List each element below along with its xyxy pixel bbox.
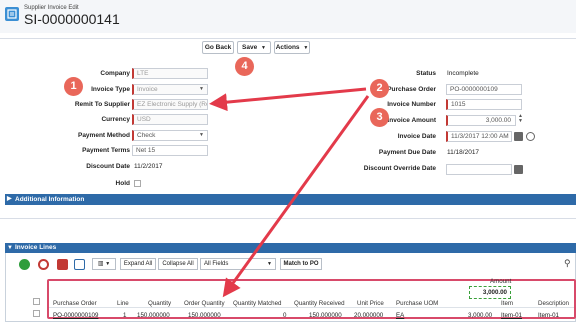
arrow-invoice-lines [222, 95, 370, 298]
arrow-remit-to [209, 87, 367, 112]
annotation-arrows [209, 87, 370, 298]
